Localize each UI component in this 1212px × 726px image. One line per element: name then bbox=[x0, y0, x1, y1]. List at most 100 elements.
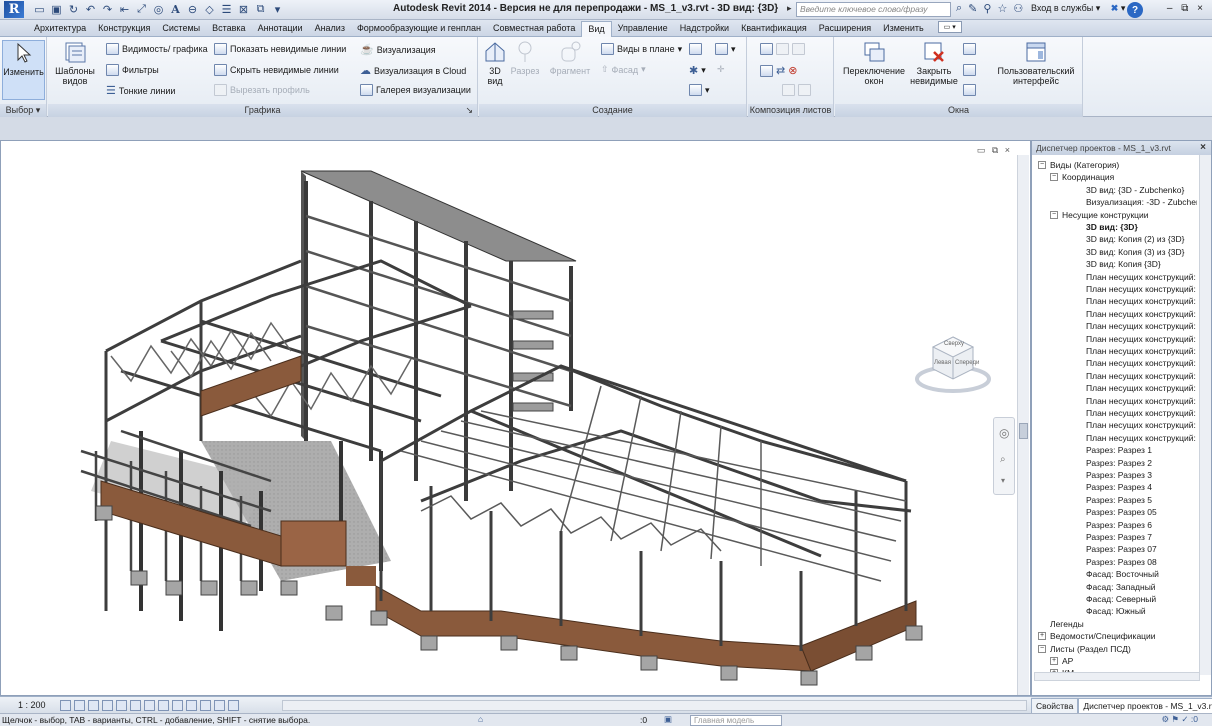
favorites-icon[interactable]: ☆ bbox=[997, 2, 1007, 15]
tree-item[interactable]: Фасад: Западный bbox=[1086, 581, 1156, 593]
browser-vertical-scrollbar[interactable] bbox=[1199, 155, 1211, 675]
tree-item[interactable]: План несущих конструкций: Эта bbox=[1086, 333, 1197, 345]
communication-icon[interactable]: ⚲ bbox=[983, 2, 991, 15]
tab-0[interactable]: Архитектура bbox=[28, 21, 92, 36]
lock-view-icon[interactable] bbox=[158, 699, 169, 711]
ribbon-minimize-toggle[interactable]: ▭ ▾ bbox=[937, 21, 962, 33]
render-gallery-button[interactable]: Галерея визуализации bbox=[360, 84, 471, 96]
viewcube-top-label[interactable]: Сверху bbox=[944, 341, 964, 347]
tab-7[interactable]: Совместная работа bbox=[487, 21, 581, 36]
hide-hidden-lines-button[interactable]: Скрыть невидимые линии bbox=[214, 64, 339, 76]
tab-6[interactable]: Формообразующие и генплан bbox=[351, 21, 487, 36]
tab-11[interactable]: Квантификация bbox=[735, 21, 813, 36]
workset-icon[interactable]: ⌂ bbox=[478, 714, 483, 724]
browser-horizontal-scrollbar[interactable] bbox=[1034, 672, 1200, 681]
viewport-vertical-scrollbar[interactable] bbox=[1017, 155, 1029, 695]
user-interface-button[interactable]: Пользовательский интерфейс bbox=[993, 40, 1079, 86]
tab-13[interactable]: Изменить bbox=[877, 21, 930, 36]
visual-style-icon[interactable] bbox=[74, 699, 85, 711]
tree-item[interactable]: 3D вид: Копия (2) из {3D} bbox=[1086, 233, 1184, 245]
detail-level-icon[interactable] bbox=[60, 699, 71, 711]
tree-expand-toggle[interactable]: + bbox=[1050, 657, 1058, 665]
tree-item[interactable]: Фасад: Южный bbox=[1086, 605, 1146, 617]
tree-expand-toggle[interactable]: − bbox=[1050, 173, 1058, 182]
view-cube[interactable]: Сверху Левая Спереди bbox=[913, 327, 993, 399]
place-view-button[interactable]: ⇄ ⊗ bbox=[760, 64, 797, 77]
render-cloud-button[interactable]: ☁ Визуализация в Cloud bbox=[360, 64, 466, 77]
tab-2[interactable]: Системы bbox=[156, 21, 206, 36]
text-icon[interactable]: A bbox=[168, 2, 183, 17]
crop-view-icon[interactable] bbox=[130, 699, 141, 711]
tab-8[interactable]: Вид bbox=[581, 21, 612, 37]
tree-expand-toggle[interactable]: + bbox=[1038, 632, 1046, 641]
tree-item[interactable]: Разрез: Разрез 08 bbox=[1086, 556, 1157, 568]
viewport-horizontal-scrollbar[interactable] bbox=[282, 700, 1027, 711]
tree-item[interactable]: План несущих конструкций: вер bbox=[1086, 395, 1197, 407]
tree-item[interactable]: План несущих конструкций: Эта bbox=[1086, 308, 1197, 320]
tab-4[interactable]: Аннотации bbox=[252, 21, 309, 36]
switch-windows-icon[interactable]: ⧉ bbox=[253, 2, 268, 17]
close-hidden-button[interactable]: Закрыть невидимые bbox=[910, 40, 958, 86]
tab-10[interactable]: Надстройки bbox=[674, 21, 735, 36]
close-hidden-icon[interactable]: ⊠ bbox=[236, 2, 251, 17]
plan-views-button[interactable]: Виды в плане ▾ bbox=[601, 43, 682, 55]
tree-item[interactable]: Листы (Раздел ПСД) bbox=[1050, 643, 1131, 655]
tab-3[interactable]: Вставка bbox=[206, 21, 251, 36]
modify-button[interactable]: Изменить bbox=[2, 40, 45, 100]
tree-item[interactable]: 3D вид: Копия {3D} bbox=[1086, 258, 1161, 270]
tree-item[interactable]: План несущих конструкций: вер bbox=[1086, 382, 1197, 394]
close-icon[interactable]: × bbox=[1200, 142, 1206, 153]
search-expand-icon[interactable]: ▸ bbox=[787, 3, 792, 14]
subscription-icon[interactable]: ✎ bbox=[968, 2, 977, 15]
windows-panel-title[interactable]: Окна bbox=[835, 104, 1082, 117]
view-scale[interactable]: 1 : 200 bbox=[18, 700, 56, 710]
highlight-displacement-icon[interactable] bbox=[214, 699, 225, 711]
switch-windows-button[interactable]: Переключение окон bbox=[839, 40, 909, 86]
tree-item[interactable]: 3D вид: Копия (3) из {3D} bbox=[1086, 246, 1184, 258]
tree-item[interactable]: Разрез: Разрез 3 bbox=[1086, 469, 1152, 481]
show-crop-icon[interactable] bbox=[144, 699, 155, 711]
window-controls[interactable]: – ⧉ × bbox=[1167, 3, 1206, 14]
viewcube-front-label[interactable]: Спереди bbox=[955, 360, 979, 366]
analytical-model-icon[interactable] bbox=[200, 699, 211, 711]
create-panel-title[interactable]: Создание bbox=[479, 104, 746, 117]
binoculars-icon[interactable]: ⌕ bbox=[956, 2, 962, 15]
tree-item[interactable]: Координация bbox=[1062, 171, 1114, 183]
render-dialog-icon[interactable] bbox=[116, 699, 127, 711]
tree-item[interactable]: Разрез: Разрез 1 bbox=[1086, 444, 1152, 456]
visibility-graphics-button[interactable]: Видимость/ графика bbox=[106, 43, 208, 55]
steering-wheel-icon[interactable]: ◎ bbox=[999, 426, 1009, 440]
render-button[interactable]: ☕ Визуализация bbox=[360, 43, 436, 56]
select-panel-title[interactable]: Выбор ▾ bbox=[0, 104, 46, 117]
tree-expand-toggle[interactable]: − bbox=[1038, 161, 1046, 169]
tree-item[interactable]: 3D вид: {3D} bbox=[1086, 221, 1138, 233]
legends-button[interactable]: ✱ ▾ bbox=[689, 64, 706, 77]
dimension-icon[interactable]: ⤢ bbox=[134, 2, 149, 17]
filters-button[interactable]: Фильтры bbox=[106, 64, 159, 76]
exchange-icon[interactable]: ✖ bbox=[1111, 3, 1119, 13]
tree-item[interactable]: Разрез: Разрез 7 bbox=[1086, 531, 1152, 543]
design-options-icon[interactable]: ▣ bbox=[664, 714, 672, 725]
tab-1[interactable]: Конструкция bbox=[92, 21, 156, 36]
tree-item[interactable]: Разрез: Разрез 05 bbox=[1086, 506, 1157, 518]
measure-icon[interactable]: ⇤ bbox=[117, 2, 132, 17]
sheet-panel-title[interactable]: Композиция листов bbox=[748, 104, 833, 117]
cascade-button[interactable] bbox=[963, 64, 976, 76]
graphics-panel-title[interactable]: Графика ↘ bbox=[48, 104, 477, 117]
tree-item[interactable]: Виды (Категория) bbox=[1050, 159, 1119, 171]
navbar-dropdown-icon[interactable]: ▾ bbox=[1001, 476, 1005, 485]
app-menu-button[interactable]: R bbox=[0, 0, 28, 20]
reveal-hidden-icon[interactable] bbox=[186, 699, 197, 711]
drafting-view-button[interactable] bbox=[689, 43, 702, 55]
tree-item[interactable]: Фасад: Восточный bbox=[1086, 568, 1159, 580]
tag-icon[interactable]: ◎ bbox=[151, 2, 166, 17]
replicate-button[interactable] bbox=[963, 43, 976, 55]
redo-icon[interactable]: ↷ bbox=[100, 2, 115, 17]
constraints-icon[interactable] bbox=[228, 699, 239, 711]
tree-item[interactable]: Разрез: Разрез 5 bbox=[1086, 494, 1152, 506]
zoom-icon[interactable]: ⌕ bbox=[1000, 454, 1006, 465]
tree-item[interactable]: План несущих конструкций: пол bbox=[1086, 419, 1197, 431]
duplicate-view-button[interactable]: ▾ bbox=[715, 43, 736, 55]
shadows-icon[interactable] bbox=[102, 699, 113, 711]
tree-item[interactable]: План несущих конструкций: Схе bbox=[1086, 271, 1197, 283]
